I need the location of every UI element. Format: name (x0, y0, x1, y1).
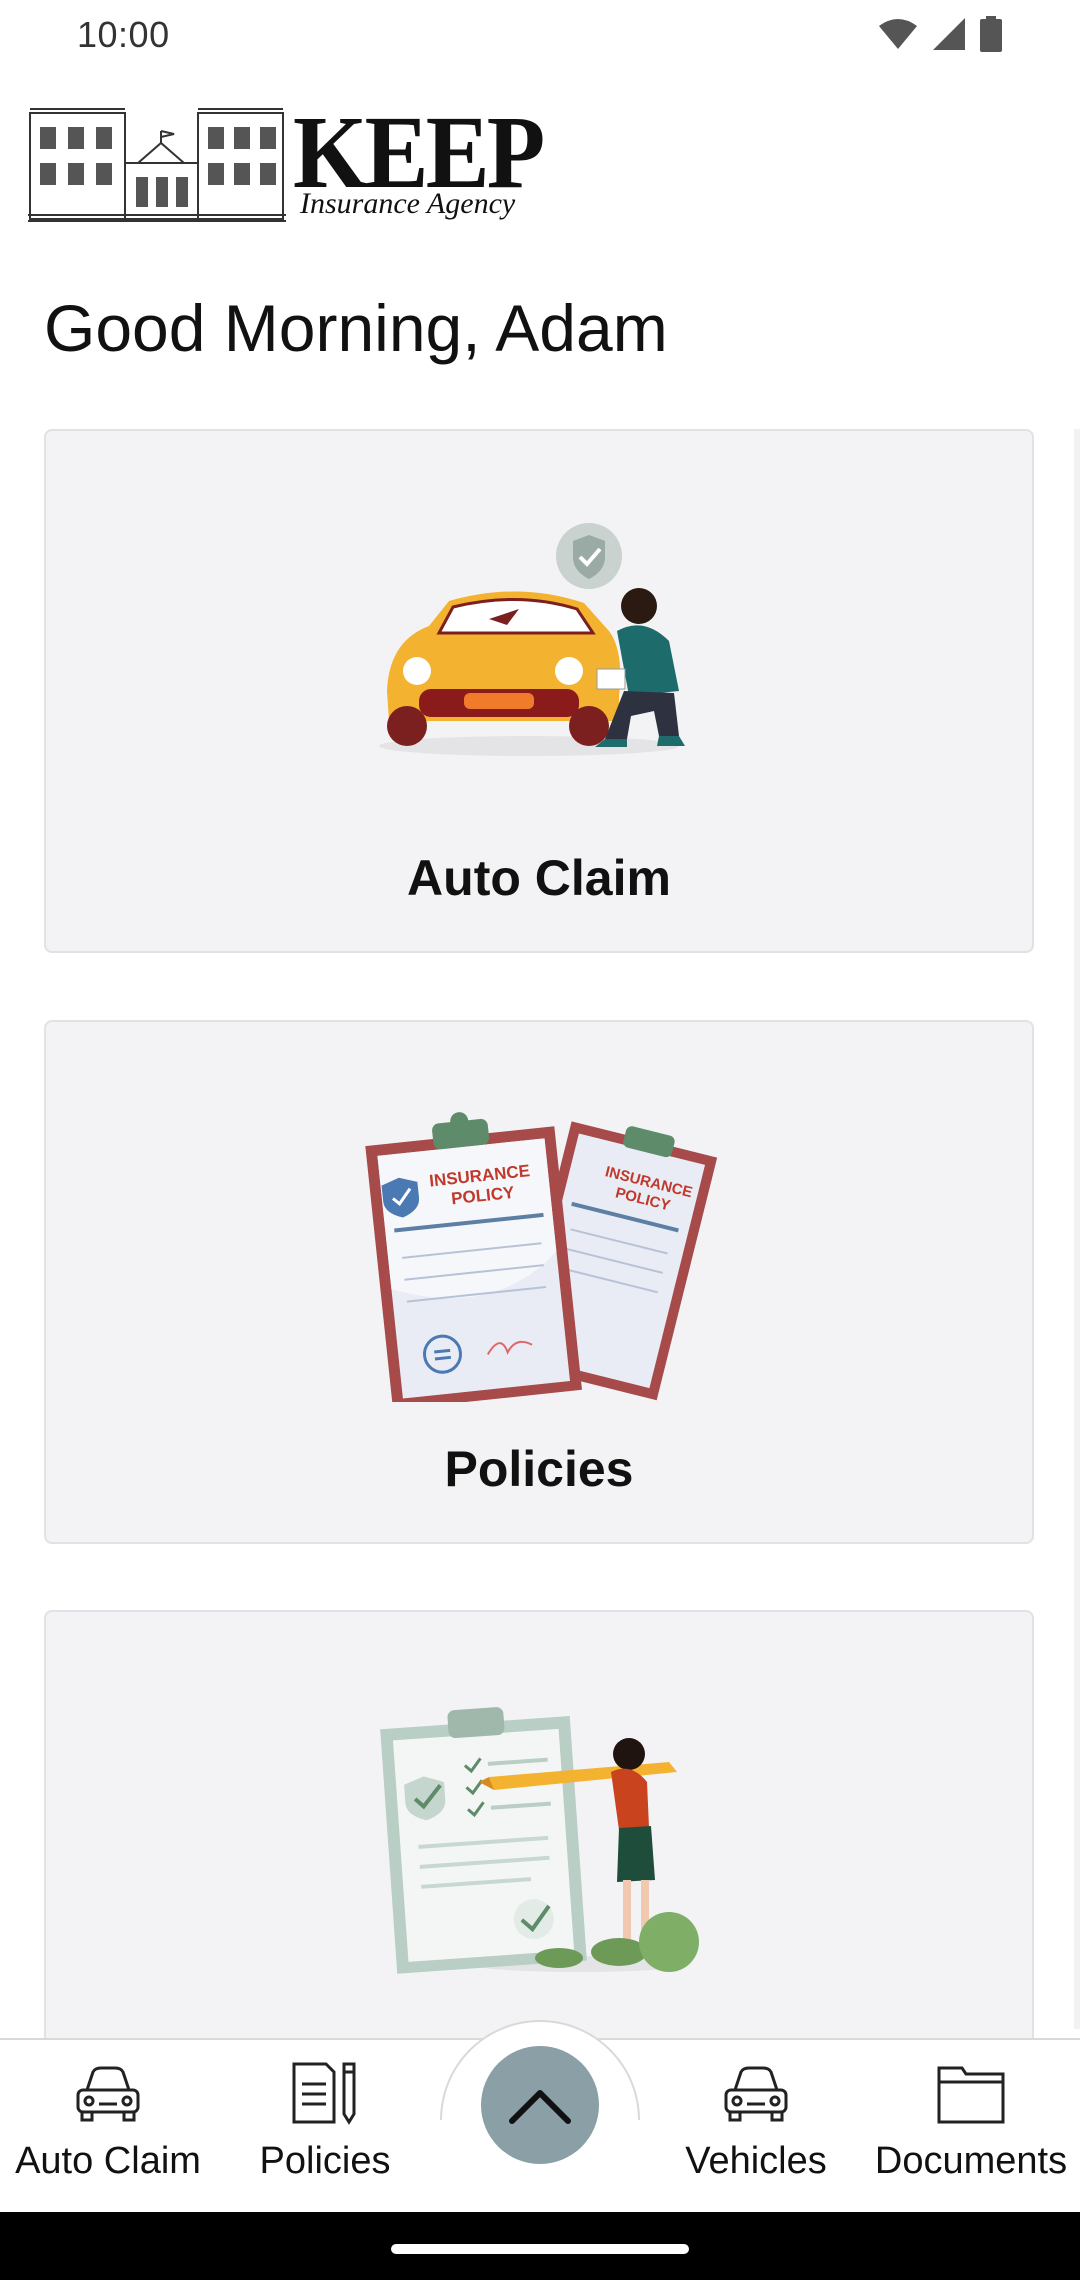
folder-icon (937, 2066, 1005, 2124)
nav-item-auto-claim[interactable]: Auto Claim (0, 2060, 216, 2200)
auto-claim-illustration (379, 523, 685, 756)
auto-claim-card-label: Auto Claim (407, 850, 671, 906)
status-time: 10:00 (77, 14, 170, 55)
nav-item-vehicles[interactable]: Vehicles (670, 2060, 842, 2200)
auto-claim-card[interactable]: Auto Claim (44, 429, 1034, 953)
status-icons (878, 16, 1002, 52)
scrollbar-track[interactable] (1074, 429, 1080, 2029)
battery-icon (980, 16, 1002, 52)
nav-label-policies: Policies (259, 2140, 391, 2182)
status-bar: 10:00 (0, 0, 1080, 70)
nav-label-auto-claim: Auto Claim (15, 2140, 201, 2182)
nav-label-vehicles: Vehicles (685, 2140, 827, 2182)
car-icon (724, 2066, 788, 2122)
nav-label-documents: Documents (874, 2140, 1068, 2182)
building-logo-icon (28, 108, 286, 222)
nav-item-policies[interactable]: Policies (240, 2060, 410, 2200)
expand-menu-button[interactable] (481, 2046, 599, 2164)
policies-card[interactable]: INSURANCE POLICY INSURANCE POLICY Polici… (44, 1020, 1034, 1544)
checklist-illustration (380, 1707, 699, 1974)
home-screen: 10:00 KEEP Insurance Agency Good Morning… (0, 0, 1080, 2280)
logo-subtitle: Insurance Agency (300, 187, 516, 220)
car-icon (76, 2066, 140, 2122)
keep-logo: KEEP Insurance Agency (28, 101, 548, 228)
system-navigation-bar (0, 2212, 1080, 2280)
home-gesture-handle[interactable] (391, 2244, 689, 2254)
insurance-policy-illustration: INSURANCE POLICY INSURANCE POLICY (365, 1112, 718, 1402)
cellular-signal-icon (933, 18, 965, 50)
nav-item-documents[interactable]: Documents (862, 2060, 1080, 2200)
policies-card-label: Policies (444, 1441, 634, 1497)
wifi-icon (879, 19, 917, 49)
document-pencil-icon (292, 2062, 356, 2125)
greeting-heading: Good Morning, Adam (44, 291, 668, 365)
chevron-up-icon (509, 2090, 571, 2124)
